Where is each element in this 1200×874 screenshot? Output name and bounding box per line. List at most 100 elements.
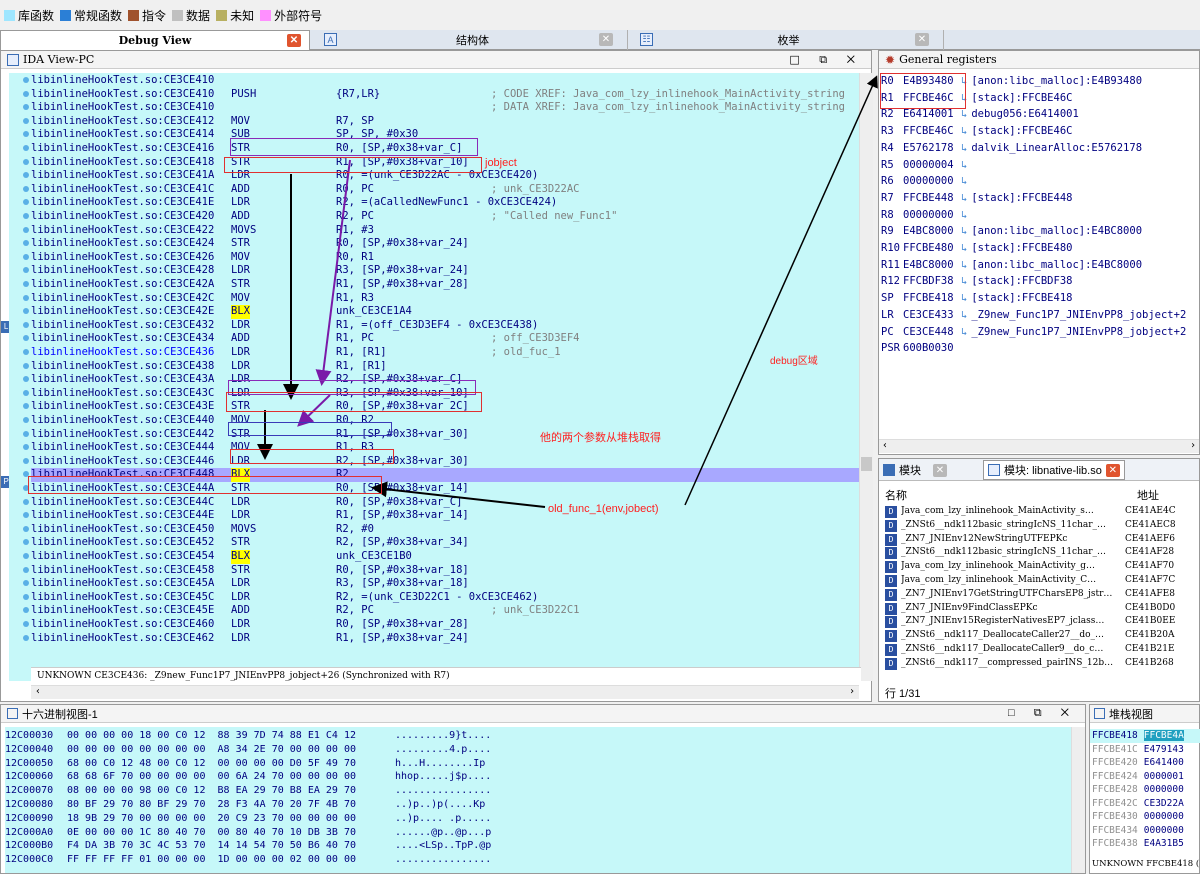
vertical-scrollbar[interactable]: [859, 73, 873, 681]
stack-row[interactable]: FFCBE41C E479143: [1090, 743, 1200, 757]
code-line[interactable]: libinlineHookTest.so:CE3CE424 STR R0, [SP,…: [31, 237, 861, 251]
breakpoint-dot[interactable]: [23, 145, 29, 151]
register-value[interactable]: FFCBE418: [903, 290, 961, 307]
register-value[interactable]: 600B0030: [903, 340, 961, 357]
register-value[interactable]: FFCBE480: [903, 240, 961, 257]
breakpoint-dot[interactable]: [23, 457, 29, 464]
module-function-row[interactable]: D _ZNSt6__ndk117_DeallocateCaller9__do_c……: [885, 643, 1199, 657]
hex-bytes[interactable]: 0E 00 00 00 1C 80 40 70 00 80 40 70 10 D…: [67, 826, 356, 840]
jump-arrow-icon[interactable]: ↳: [961, 159, 967, 171]
hex-addr[interactable]: 12C00050: [5, 757, 53, 771]
breakpoint-dot[interactable]: [23, 634, 29, 641]
register-value[interactable]: E5762178: [903, 140, 961, 157]
module-function-list[interactable]: D Java_com_lzy_inlinehook_MainActivity_s……: [879, 503, 1199, 681]
hex-ascii[interactable]: ......@p..@p...p: [395, 826, 491, 840]
code-line[interactable]: libinlineHookTest.so:CE3CE452 STR R2, [SP,…: [31, 536, 861, 550]
scrollbar-thumb[interactable]: [861, 457, 872, 471]
register-row[interactable]: PC CE3CE448 ↳ _Z9new_Func1P7_JNIEnvPP8_jobj…: [881, 324, 1186, 341]
code-line[interactable]: libinlineHookTest.so:CE3CE44E LDR R1, [SP,…: [31, 509, 861, 523]
code-line[interactable]: libinlineHookTest.so:CE3CE45C LDR R2, =(un…: [31, 591, 861, 605]
tab-enums[interactable]: ☷ 枚举 ✕: [634, 30, 944, 50]
code-line[interactable]: libinlineHookTest.so:CE3CE428 LDR R3, [SP,…: [31, 264, 861, 278]
close-icon[interactable]: ✕: [599, 33, 613, 46]
breakpoint-dot[interactable]: [23, 362, 29, 369]
scroll-right-icon[interactable]: ›: [849, 686, 855, 697]
register-value[interactable]: CE3CE433: [903, 307, 961, 324]
module-function-row[interactable]: D _ZN7_JNIEnv17GetStringUTFCharsEP8_jstr……: [885, 588, 1199, 602]
module-function-row[interactable]: D Java_com_lzy_inlinehook_MainActivity_s……: [885, 505, 1199, 519]
breakpoint-dot[interactable]: [23, 566, 29, 573]
hex-ascii[interactable]: ....<LSp..TpP.@p: [395, 839, 491, 853]
jump-arrow-icon[interactable]: ↳: [961, 209, 967, 221]
hex-ascii[interactable]: ..)p..)p(....Kp: [395, 798, 485, 812]
module-function-row[interactable]: D _ZN7_JNIEnv12NewStringUTFEPKc CE41AEF6: [885, 533, 1199, 547]
code-line[interactable]: libinlineHookTest.so:CE3CE426 MOV R0, R1: [31, 251, 861, 265]
module-function-row[interactable]: D _ZN7_JNIEnv15RegisterNativesEP7_jclass……: [885, 615, 1199, 629]
code-line[interactable]: libinlineHookTest.so:CE3CE446 LDR R2, [SP,…: [31, 455, 861, 469]
module-function-row[interactable]: D Java_com_lzy_inlinehook_MainActivity_C……: [885, 574, 1199, 588]
window-controls[interactable]: □ ⧉ ✕: [789, 53, 863, 67]
breakpoint-dot[interactable]: [23, 621, 29, 627]
breakpoint-dot[interactable]: [23, 593, 29, 600]
scroll-right-icon[interactable]: ›: [1190, 440, 1196, 451]
jump-arrow-icon[interactable]: ↳: [961, 259, 967, 271]
hex-bytes[interactable]: 68 00 C0 12 48 00 C0 12 00 00 00 00 D0 5…: [67, 757, 356, 771]
hex-addr[interactable]: 12C000A0: [5, 826, 53, 840]
breakpoint-dot[interactable]: [23, 77, 29, 83]
hex-ascii[interactable]: ................: [395, 784, 491, 798]
code-line[interactable]: libinlineHookTest.so:CE3CE462 LDR R1, [SP,…: [31, 632, 861, 646]
register-row[interactable]: PSR 600B0030: [881, 340, 961, 357]
hex-bytes[interactable]: FF FF FF FF 01 00 00 00 1D 00 00 00 02 0…: [67, 853, 356, 867]
horizontal-scrollbar[interactable]: ‹ ›: [31, 685, 859, 699]
hex-addr[interactable]: 12C000C0: [5, 853, 53, 867]
jump-arrow-icon[interactable]: ↳: [961, 192, 967, 204]
code-line[interactable]: libinlineHookTest.so:CE3CE434 ADD R1, PC ; …: [31, 332, 861, 346]
close-icon[interactable]: ✕: [1105, 463, 1120, 477]
hex-ascii[interactable]: .........4.p....: [395, 743, 491, 757]
hex-ascii[interactable]: hhop.....j$p....: [395, 770, 491, 784]
hex-addr[interactable]: 12C00040: [5, 743, 53, 757]
code-line[interactable]: libinlineHookTest.so:CE3CE42C MOV R1, R3: [31, 292, 861, 306]
code-line[interactable]: libinlineHookTest.so:CE3CE450 MOVS R2, #0: [31, 523, 861, 537]
register-row[interactable]: R12 FFCBDF38 ↳ [stack]:FFCBDF38: [881, 273, 1072, 290]
code-line[interactable]: libinlineHookTest.so:CE3CE454 BLX unk_CE3C…: [31, 550, 861, 564]
breakpoint-dot[interactable]: [23, 417, 29, 423]
module-function-row[interactable]: D _ZNSt6__ndk117_DeallocateCaller27__do_……: [885, 629, 1199, 643]
code-line[interactable]: libinlineHookTest.so:CE3CE410: [31, 74, 861, 88]
hex-ascii[interactable]: .........9}t....: [395, 729, 491, 743]
code-line[interactable]: libinlineHookTest.so:CE3CE458 STR R0, [SP,…: [31, 564, 861, 578]
code-line[interactable]: libinlineHookTest.so:CE3CE420 ADD R2, PC ; …: [31, 210, 861, 224]
register-row[interactable]: R10 FFCBE480 ↳ [stack]:FFCBE480: [881, 240, 1072, 257]
hex-addr[interactable]: 12C00030: [5, 729, 53, 743]
hex-vscrollbar[interactable]: [1071, 727, 1085, 873]
breakpoint-dot[interactable]: [23, 281, 29, 287]
stack-row[interactable]: FFCBE420 E641400: [1090, 756, 1200, 770]
module-function-row[interactable]: D Java_com_lzy_inlinehook_MainActivity_g……: [885, 560, 1199, 574]
close-icon[interactable]: ✕: [287, 34, 301, 47]
register-row[interactable]: R4 E5762178 ↳ dalvik_LinearAlloc:E5762178: [881, 140, 1142, 157]
register-row[interactable]: R3 FFCBE46C ↳ [stack]:FFCBE46C: [881, 123, 1072, 140]
code-line[interactable]: libinlineHookTest.so:CE3CE440 MOV R0, R2: [31, 414, 861, 428]
hex-bytes[interactable]: 80 BF 29 70 80 BF 29 70 28 F3 4A 70 20 7…: [67, 798, 356, 812]
close-icon[interactable]: ✕: [933, 463, 947, 477]
module-function-row[interactable]: D _ZN7_JNIEnv9FindClassEPKc CE41B0D0: [885, 602, 1199, 616]
code-line[interactable]: libinlineHookTest.so:CE3CE45E ADD R2, PC ; …: [31, 604, 861, 618]
stack-row[interactable]: FFCBE434 0000000: [1090, 824, 1200, 838]
stack-row[interactable]: FFCBE428 0000000: [1090, 783, 1200, 797]
breakpoint-dot[interactable]: [23, 213, 29, 219]
jump-arrow-icon[interactable]: ↳: [961, 326, 967, 338]
stack-row[interactable]: FFCBE418 FFCBE4A: [1090, 729, 1200, 743]
register-value[interactable]: FFCBE46C: [903, 123, 961, 140]
stack-row[interactable]: FFCBE430 0000000: [1090, 810, 1200, 824]
code-line[interactable]: libinlineHookTest.so:CE3CE444 MOV R1, R3: [31, 441, 861, 455]
code-line[interactable]: libinlineHookTest.so:CE3CE45A LDR R3, [SP,…: [31, 577, 861, 591]
tab-debug-view[interactable]: Debug View ✕: [0, 30, 310, 50]
scroll-left-icon[interactable]: ‹: [35, 686, 41, 697]
module-function-row[interactable]: D _ZNSt6__ndk117__compressed_pairINS_12b……: [885, 657, 1199, 671]
hex-ascii[interactable]: h...H........Ip: [395, 757, 485, 771]
jump-arrow-icon[interactable]: ↳: [961, 175, 967, 187]
hex-bytes[interactable]: 68 68 6F 70 00 00 00 00 00 6A 24 70 00 0…: [67, 770, 356, 784]
hex-bytes[interactable]: 08 00 00 00 98 00 C0 12 B8 EA 29 70 B8 E…: [67, 784, 356, 798]
jump-arrow-icon[interactable]: ↳: [961, 292, 967, 304]
tab-module-libnative[interactable]: 模块: libnative-lib.so ✕: [983, 460, 1125, 480]
